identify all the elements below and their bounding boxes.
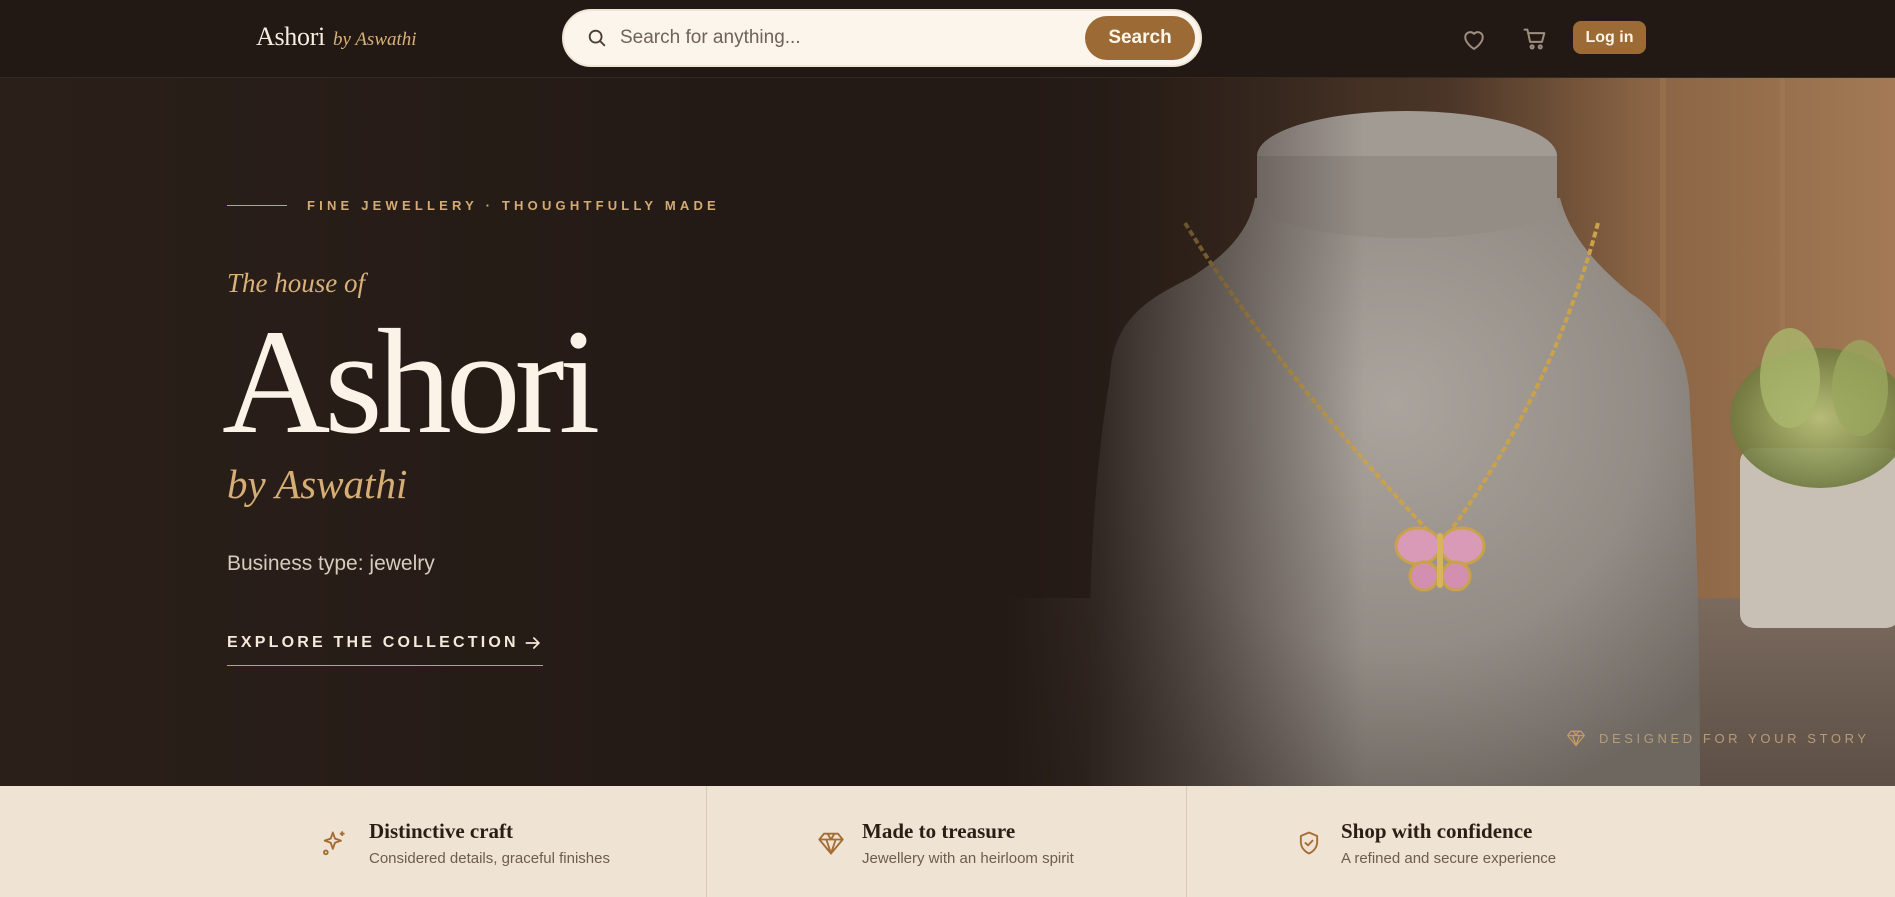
- arrow-right-icon: [525, 637, 540, 649]
- explore-collection-link[interactable]: EXPLORE THE COLLECTION: [227, 633, 543, 666]
- search-icon: [588, 29, 606, 47]
- feature-subtitle: Considered details, graceful finishes: [369, 850, 610, 867]
- feature-title: Shop with confidence: [1341, 819, 1533, 843]
- feature-card: Made to treasure Jewellery with an heirl…: [707, 786, 1186, 897]
- feature-title: Distinctive craft: [369, 819, 514, 843]
- shield-check-icon: [1299, 831, 1319, 855]
- search-button[interactable]: Search: [1085, 16, 1195, 60]
- hero-tagline: DESIGNED FOR YOUR STORY: [1566, 728, 1870, 748]
- feature-card: Shop with confidence A refined and secur…: [1187, 786, 1895, 897]
- sparkle-icon: [323, 831, 345, 856]
- heart-icon[interactable]: [1460, 25, 1488, 53]
- cart-icon[interactable]: [1521, 25, 1549, 53]
- diamond-icon: [818, 832, 844, 855]
- feature-subtitle: Jewellery with an heirloom spirit: [862, 850, 1074, 867]
- eyebrow-text: FINE JEWELLERY · THOUGHTFULLY MADE: [307, 198, 720, 213]
- business-type: Business type: jewelry: [227, 552, 435, 575]
- hero-eyebrow: FINE JEWELLERY · THOUGHTFULLY MADE: [227, 198, 720, 213]
- feature-title: Made to treasure: [862, 819, 1016, 843]
- diamond-icon: [1567, 730, 1585, 747]
- hero-section: FINE JEWELLERY · THOUGHTFULLY MADE The h…: [0, 78, 1895, 786]
- search-bar[interactable]: Search for anything... Search: [562, 9, 1202, 67]
- cta-label: EXPLORE THE COLLECTION: [227, 634, 519, 651]
- top-navigation-bar: Ashori by Aswathi Search for anything...…: [0, 0, 1895, 78]
- logo-brand: Ashori: [256, 22, 325, 51]
- login-button[interactable]: Log in: [1573, 21, 1646, 54]
- hero-intro: The house of: [227, 268, 365, 298]
- tagline-text: DESIGNED FOR YOUR STORY: [1599, 730, 1870, 746]
- hero-title: Ashori: [222, 299, 600, 465]
- eyebrow-line: [227, 205, 287, 206]
- features-strip: Distinctive craft Considered details, gr…: [0, 786, 1895, 897]
- hero-byline: by Aswathi: [227, 461, 408, 507]
- site-logo[interactable]: Ashori by Aswathi: [256, 22, 417, 56]
- logo-byline: by Aswathi: [332, 29, 417, 50]
- feature-subtitle: A refined and secure experience: [1341, 850, 1557, 867]
- feature-card: Distinctive craft Considered details, gr…: [0, 786, 706, 897]
